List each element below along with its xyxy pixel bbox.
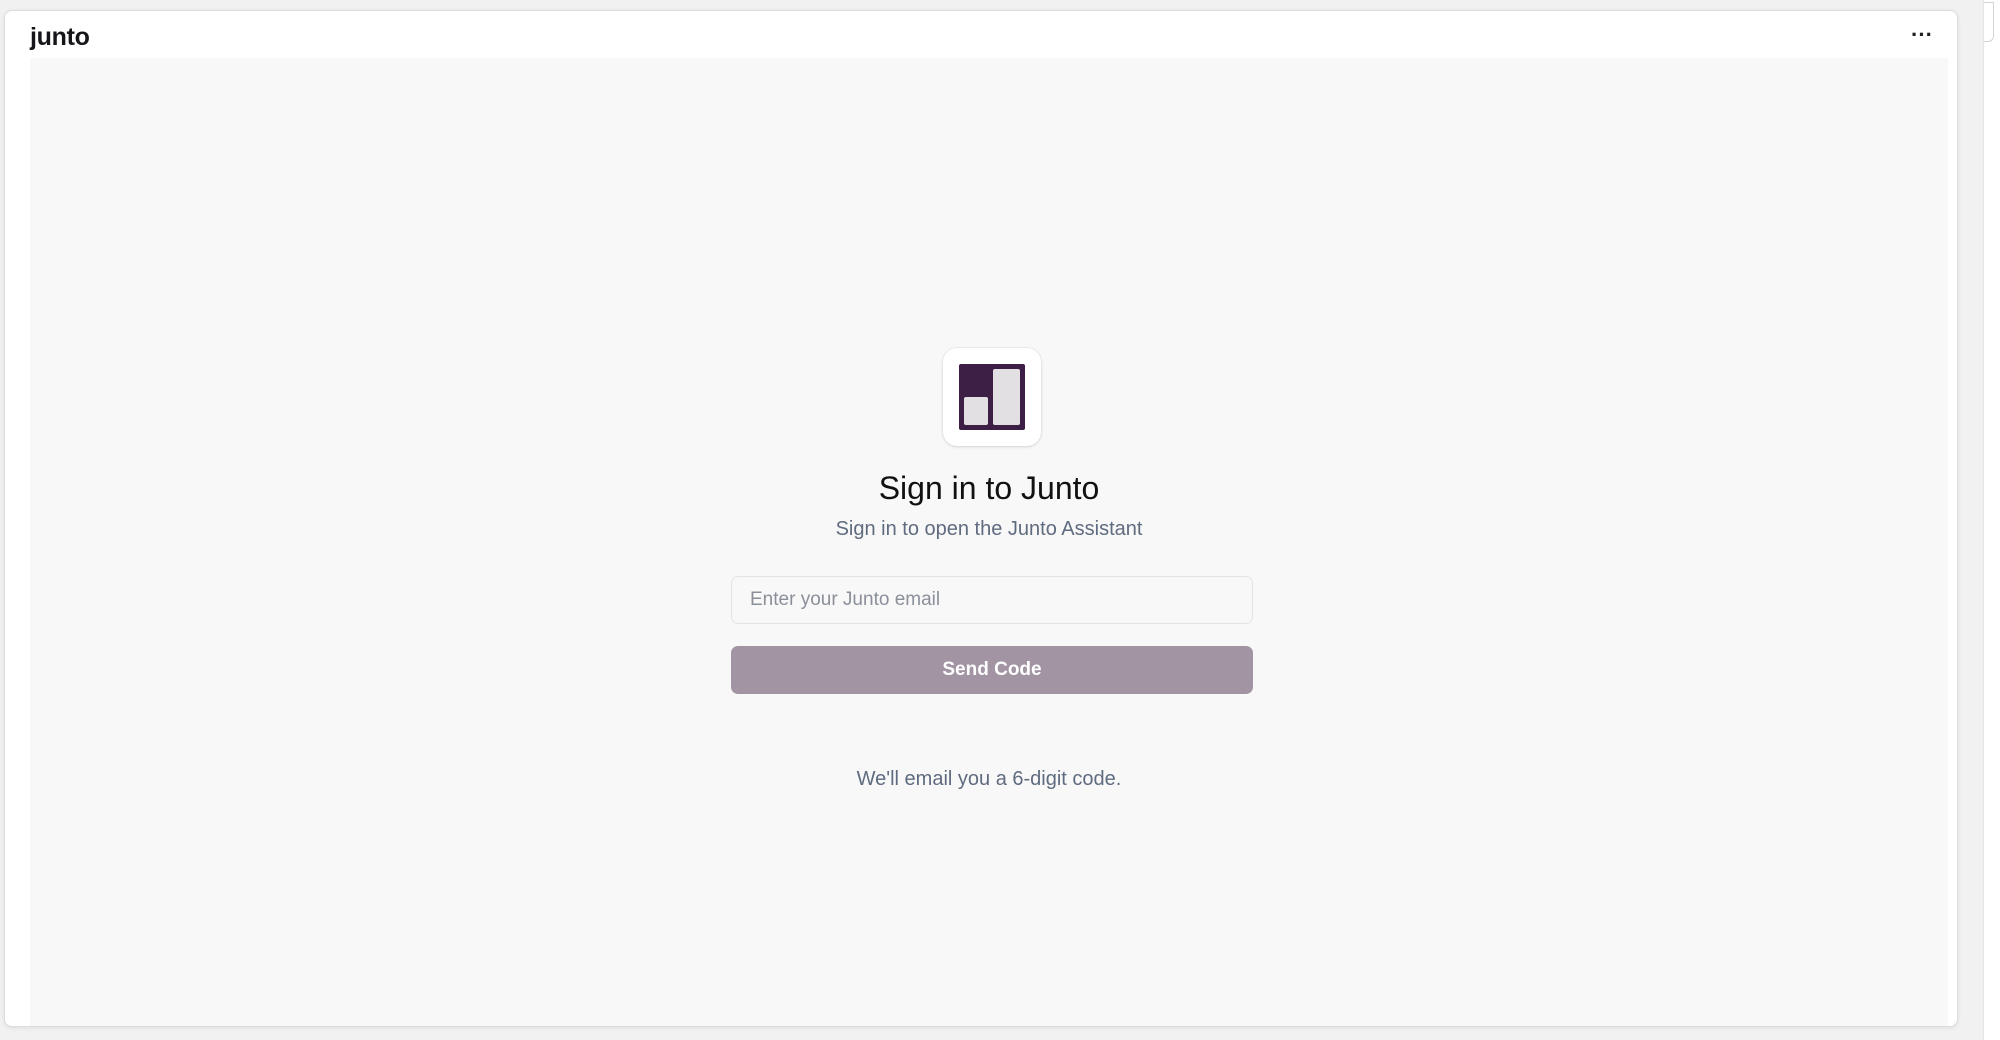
signin-subheading: Sign in to open the Junto Assistant bbox=[835, 518, 1143, 540]
code-hint-text: We'll email you a 6-digit code. bbox=[856, 768, 1122, 790]
app-window: junto ··· Sign in to Junto Sign in to op… bbox=[4, 10, 1958, 1027]
more-horizontal-icon: ··· bbox=[1911, 22, 1933, 47]
main-content: Sign in to Junto Sign in to open the Jun… bbox=[30, 58, 1948, 1026]
side-panel-edge bbox=[1983, 0, 2000, 1040]
logo-card bbox=[943, 348, 1041, 446]
send-code-button[interactable]: Send Code bbox=[731, 646, 1253, 694]
junto-logo-icon bbox=[959, 364, 1025, 430]
panel-handle[interactable] bbox=[1984, 2, 1994, 42]
signin-heading: Sign in to Junto bbox=[878, 470, 1100, 506]
email-input[interactable] bbox=[731, 576, 1253, 624]
more-options-button[interactable]: ··· bbox=[1907, 23, 1937, 47]
signin-panel: Sign in to Junto Sign in to open the Jun… bbox=[30, 58, 1948, 1026]
title-bar: junto ··· bbox=[5, 11, 1957, 57]
app-title: junto bbox=[30, 23, 90, 51]
